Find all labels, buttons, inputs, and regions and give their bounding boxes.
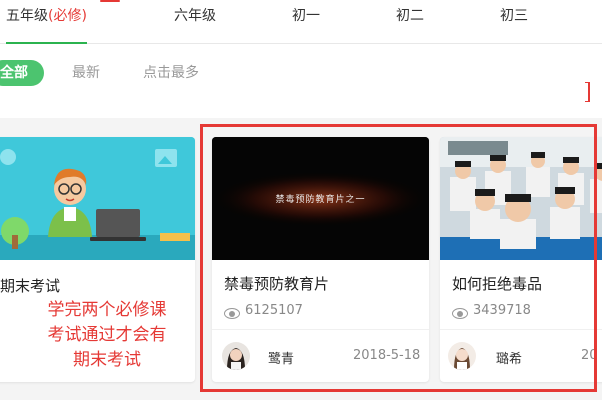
- course-card-anti-drug[interactable]: 禁毒预防教育片之一 禁毒预防教育片 6125107 鹭青 2018-5-18: [212, 137, 429, 382]
- card-footer: 鹭青 2018-5-18: [212, 329, 429, 382]
- required-tag: (必修): [48, 8, 87, 24]
- grade-tab-bar: 五年级(必修) 六年级 初一 初二 初三: [0, 0, 602, 44]
- avatar-icon: [448, 342, 476, 370]
- video-caption: 禁毒预防教育片之一: [275, 195, 366, 205]
- card-title: 如何拒绝毒品: [452, 275, 543, 293]
- app-root: 五年级(必修) 六年级 初一 初二 初三 全部 最新 点击最多 期末考试 禁毒预…: [0, 0, 602, 400]
- eye-icon: [224, 308, 240, 319]
- tab-junior-1[interactable]: 初一: [292, 0, 320, 43]
- author-name: 鹭青: [268, 352, 295, 367]
- tab-label: 初二: [396, 8, 424, 24]
- thumbnail-illustration: [0, 137, 195, 260]
- annotation-bracket: [585, 82, 590, 102]
- filter-newest[interactable]: 最新: [72, 60, 100, 86]
- avatar-icon: [222, 342, 250, 370]
- annotation-note: 学完两个必修课 考试通过才会有 期末考试: [47, 300, 167, 370]
- tab-label: 初三: [500, 8, 528, 24]
- video-thumbnail: 禁毒预防教育片之一: [212, 137, 429, 260]
- tab-grade-6[interactable]: 六年级: [174, 0, 216, 43]
- filter-all[interactable]: 全部: [0, 60, 44, 86]
- tab-grade-5[interactable]: 五年级(必修): [6, 0, 87, 44]
- tab-label: 五年级: [6, 8, 48, 24]
- tab-label: 六年级: [174, 8, 216, 24]
- card-title: 期末考试: [0, 277, 61, 295]
- author-name: 璐希: [496, 352, 523, 367]
- course-card-refuse-drugs[interactable]: 如何拒绝毒品 3439718 璐希 20: [440, 137, 602, 382]
- tab-label: 初一: [292, 8, 320, 24]
- publish-date: 20: [581, 348, 598, 363]
- eye-icon: [452, 308, 468, 319]
- tab-marker: [100, 0, 120, 2]
- filter-most-clicked[interactable]: 点击最多: [143, 60, 199, 86]
- tab-junior-2[interactable]: 初二: [396, 0, 424, 43]
- avatar: [222, 342, 250, 370]
- view-count: 3439718: [473, 303, 531, 318]
- classroom-thumbnail: [440, 137, 602, 260]
- card-title: 禁毒预防教育片: [224, 275, 330, 293]
- tab-junior-3[interactable]: 初三: [500, 0, 528, 43]
- publish-date: 2018-5-18: [353, 348, 421, 363]
- view-count: 6125107: [245, 303, 303, 318]
- card-footer: 璐希 20: [440, 329, 602, 382]
- avatar: [448, 342, 476, 370]
- classroom-photo-image: [440, 137, 602, 260]
- teacher-illustration-icon: [0, 137, 195, 260]
